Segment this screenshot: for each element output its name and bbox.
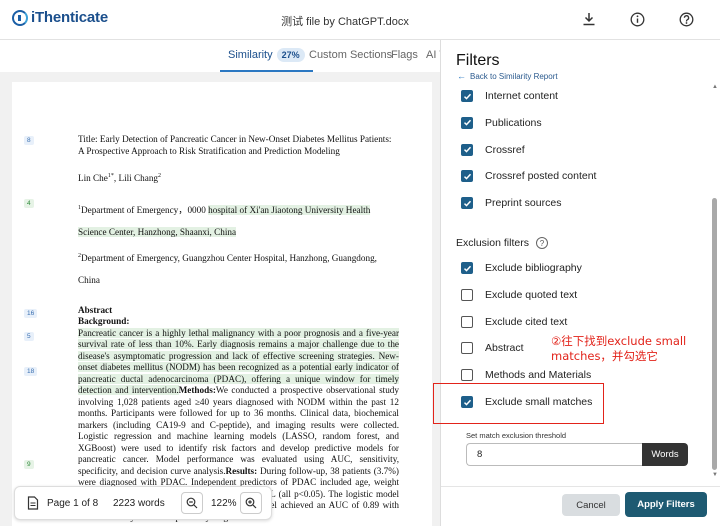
checkbox-checked-icon[interactable] xyxy=(461,197,473,210)
zoom-in-icon xyxy=(245,497,257,509)
filter-preprint-sources[interactable]: Preprint sources xyxy=(461,196,561,210)
logo-icon xyxy=(12,9,28,26)
match-marker[interactable]: 16 xyxy=(24,309,38,318)
filter-internet-content[interactable]: Internet content xyxy=(461,89,558,103)
zoom-out-icon xyxy=(186,497,198,509)
affiliation-text: Department of Emergency，0000 xyxy=(81,204,209,215)
panel-scrollbar[interactable] xyxy=(712,198,717,470)
results-heading: Results: xyxy=(225,465,258,476)
tab-similarity-label: Similarity xyxy=(228,49,273,61)
author-superscript: 2 xyxy=(158,173,162,179)
match-marker[interactable]: 5 xyxy=(24,332,34,341)
document-page: 8 4 16 5 18 9 Title: Early Detection of … xyxy=(12,82,432,526)
filter-label: Preprint sources xyxy=(485,197,562,210)
checkbox-checked-icon[interactable] xyxy=(461,116,473,129)
zoom-in-button[interactable] xyxy=(240,492,262,514)
logo-text: iThenticate xyxy=(31,9,108,26)
document-text: Title: Early Detection of Pancreatic Can… xyxy=(78,134,399,523)
author-name-2: , Lili Chang xyxy=(113,173,159,184)
threshold-input[interactable] xyxy=(466,443,642,466)
threshold-label: Set match exclusion threshold xyxy=(466,431,567,440)
scroll-down-icon[interactable]: ▼ xyxy=(712,472,718,478)
checkbox-empty-icon[interactable] xyxy=(461,315,473,328)
affiliation-2: 2Department of Emergency, Guangzhou Cent… xyxy=(78,245,399,291)
logo[interactable]: iThenticate xyxy=(12,9,108,26)
apply-filters-button[interactable]: Apply Filters xyxy=(625,492,707,517)
checkbox-empty-icon[interactable] xyxy=(461,369,473,382)
top-bar: iThenticate 测试 file by ChatGPT.docx xyxy=(0,0,720,40)
abstract-heading: Abstract xyxy=(78,304,113,315)
match-marker[interactable]: 8 xyxy=(24,136,34,145)
filter-label: Abstract xyxy=(485,342,524,355)
zoom-out-button[interactable] xyxy=(181,492,203,514)
info-icon[interactable] xyxy=(628,10,646,28)
checkbox-checked-icon[interactable] xyxy=(461,262,473,274)
similarity-score-badge: 27% xyxy=(276,48,305,62)
filter-crossref-posted-content[interactable]: Crossref posted content xyxy=(461,169,596,183)
filter-label: Publications xyxy=(485,116,542,129)
paper-title: Title: Early Detection of Pancreatic Can… xyxy=(78,134,392,156)
filter-label: Exclude quoted text xyxy=(485,288,578,301)
threshold-unit: Words xyxy=(642,443,688,466)
document-viewer[interactable]: 8 4 16 5 18 9 Title: Early Detection of … xyxy=(0,72,440,526)
red-annotation: ②往下找到exclude small matches，并勾选它 xyxy=(551,334,687,363)
filter-exclude-quoted-text[interactable]: Exclude quoted text xyxy=(461,288,577,302)
word-count: 2223 words xyxy=(113,498,165,509)
filter-publications[interactable]: Publications xyxy=(461,116,542,130)
page-icon xyxy=(27,496,39,515)
filter-exclude-bibliography[interactable]: Exclude bibliography xyxy=(461,261,582,275)
checkbox-checked-icon[interactable] xyxy=(461,90,473,102)
checkbox-empty-icon[interactable] xyxy=(461,342,473,355)
exclusion-filters-label: Exclusion filters xyxy=(456,237,529,249)
document-toolbar: Page 1 of 8 2223 words 122% xyxy=(14,486,272,520)
annotation-highlight-box xyxy=(433,383,604,424)
back-to-report-link[interactable]: ← Back to Similarity Report xyxy=(457,71,558,81)
tab-flags[interactable]: Flags xyxy=(391,40,418,72)
filter-label: Exclude cited text xyxy=(485,315,568,328)
checkbox-checked-icon[interactable] xyxy=(461,143,473,156)
affiliation-text: Department of Emergency, Guangzhou Cente… xyxy=(78,252,377,285)
zoom-level: 122% xyxy=(211,498,237,509)
author-name: Lin Che xyxy=(78,173,108,184)
filter-methods-and-materials[interactable]: Methods and Materials xyxy=(461,368,591,382)
filter-label: Crossref posted content xyxy=(485,170,597,183)
filter-label: Exclude bibliography xyxy=(485,262,582,274)
page-indicator[interactable]: Page 1 of 8 xyxy=(47,498,98,509)
filter-exclude-cited-text[interactable]: Exclude cited text xyxy=(461,315,567,329)
match-marker[interactable]: 18 xyxy=(24,367,38,376)
filter-crossref[interactable]: Crossref xyxy=(461,143,525,157)
tab-custom-sections[interactable]: Custom Sections xyxy=(309,40,392,72)
match-marker[interactable]: 4 xyxy=(24,199,34,208)
question-icon[interactable]: ? xyxy=(535,237,548,249)
help-icon[interactable] xyxy=(677,10,695,28)
document-title: 测试 file by ChatGPT.docx xyxy=(281,16,409,28)
affiliation-1: 1Department of Emergency，0000 hospital o… xyxy=(78,197,399,243)
download-icon[interactable] xyxy=(580,10,598,28)
filter-label: Internet content xyxy=(485,90,558,102)
background-heading: Background: xyxy=(78,316,130,327)
paper-authors: Lin Che1*, Lili Chang2 xyxy=(78,171,399,185)
report-tabs: Similarity27% Custom Sections Flags AI W xyxy=(220,40,442,72)
filters-title: Filters xyxy=(456,52,500,69)
methods-heading: Methods: xyxy=(178,385,216,396)
match-marker[interactable]: 9 xyxy=(24,460,34,469)
checkbox-checked-icon[interactable] xyxy=(461,170,473,183)
filter-abstract[interactable]: Abstract xyxy=(461,341,524,355)
tab-similarity[interactable]: Similarity 27% xyxy=(220,40,313,72)
arrow-left-icon: ← xyxy=(457,71,466,81)
filter-label: Crossref xyxy=(485,143,525,156)
filter-label: Methods and Materials xyxy=(485,369,592,382)
back-link-label: Back to Similarity Report xyxy=(470,72,558,81)
body-text: We conducted a prospective observational… xyxy=(78,385,399,476)
filters-panel: Filters ← Back to Similarity Report Inter… xyxy=(433,40,720,526)
cancel-button[interactable]: Cancel xyxy=(562,494,620,516)
scroll-up-icon[interactable]: ▲ xyxy=(712,84,718,90)
exclusion-filters-heading: Exclusion filters ? xyxy=(456,237,548,249)
checkbox-empty-icon[interactable] xyxy=(461,288,473,301)
